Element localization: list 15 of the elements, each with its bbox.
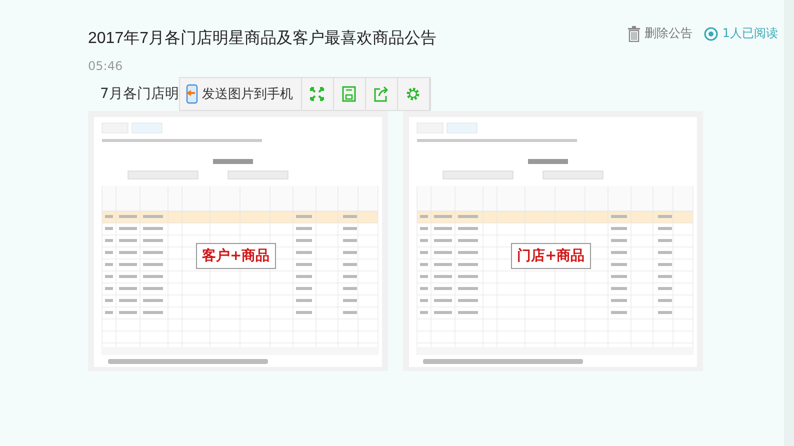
body-text: 7月各门店明 xyxy=(99,85,179,103)
share-icon xyxy=(374,86,389,102)
send-to-phone-button[interactable]: 发送图片到手机 xyxy=(180,78,302,110)
expand-icon xyxy=(310,87,324,101)
image-caption: 门店+商品 xyxy=(511,243,591,269)
post-time: 05:46 xyxy=(88,59,124,73)
delete-link[interactable]: 删除公告 xyxy=(628,25,692,42)
image-caption: 客户+商品 xyxy=(196,243,276,269)
settings-icon xyxy=(405,86,422,102)
readers-link[interactable]: 1人已阅读 xyxy=(704,25,778,42)
save-icon xyxy=(342,86,356,102)
phone-icon xyxy=(186,84,198,104)
announcement-title: 2017年7月各门店明星商品及客户最喜欢商品公告 xyxy=(88,28,436,49)
trash-icon xyxy=(628,26,640,42)
eye-icon xyxy=(704,26,718,40)
